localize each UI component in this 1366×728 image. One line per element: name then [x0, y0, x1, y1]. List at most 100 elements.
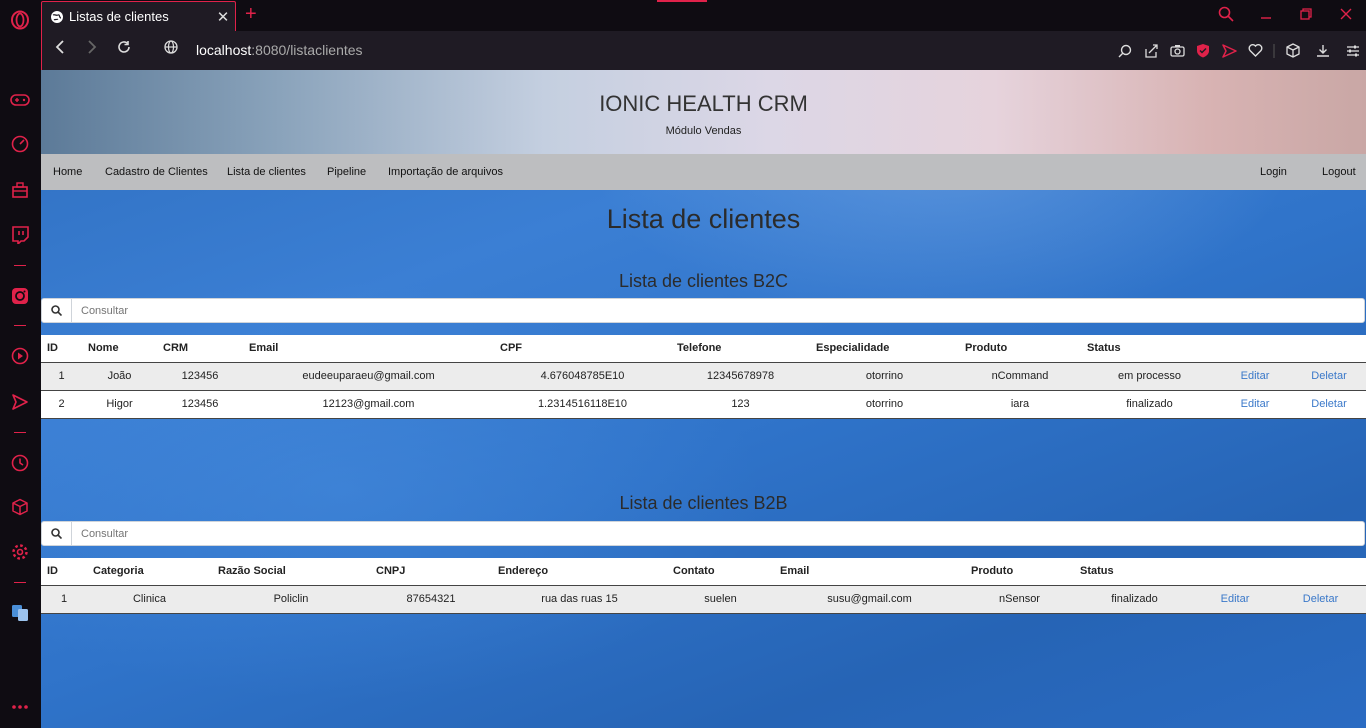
b2c-section-title: Lista de clientes B2C: [618, 271, 789, 291]
nav-lista-clientes[interactable]: Lista de clientes: [227, 166, 306, 178]
tab-title: Listas de clientes: [69, 9, 169, 24]
delete-link[interactable]: Deletar: [1292, 390, 1366, 419]
nav-cadastro-clientes[interactable]: Cadastro de Clientes: [105, 166, 208, 178]
edit-link[interactable]: Editar: [1195, 585, 1275, 614]
cell-produto: nCommand: [959, 362, 1081, 391]
back-icon[interactable]: [50, 40, 70, 60]
send-icon[interactable]: [9, 391, 31, 413]
edit-link[interactable]: Editar: [1218, 390, 1292, 419]
column-header: CNPJ: [370, 558, 492, 586]
b2b-search-bar: [41, 521, 1365, 546]
player-icon[interactable]: [9, 345, 31, 367]
easy-setup-sliders-icon[interactable]: [1340, 41, 1366, 61]
cell-status: em processo: [1081, 362, 1218, 391]
cell-especialidade: otorrino: [810, 390, 959, 419]
b2c-table: ID Nome CRM Email CPF Telefone Especiali…: [41, 335, 1366, 419]
search-icon[interactable]: [42, 522, 72, 545]
adblock-shield-icon[interactable]: [1190, 41, 1216, 61]
url-host: localhost: [196, 42, 252, 58]
cell-id: 1: [41, 585, 87, 614]
nav-login[interactable]: Login: [1260, 166, 1287, 178]
table-row: 2 Higor 123456 12123@gmail.com 1.2314516…: [41, 390, 1366, 419]
delete-link[interactable]: Deletar: [1292, 362, 1366, 391]
tab-close-icon[interactable]: ✕: [211, 8, 235, 26]
sidebar-divider: [14, 582, 26, 583]
site-info-globe-icon[interactable]: [161, 40, 181, 60]
app-title: IONIC HEALTH CRM: [599, 91, 808, 116]
history-icon[interactable]: [9, 452, 31, 474]
b2b-table: ID Categoria Razão Social CNPJ Endereço …: [41, 558, 1366, 614]
column-header: ID: [41, 558, 87, 586]
heart-icon[interactable]: [1242, 41, 1268, 61]
extensions-cube-icon[interactable]: [1280, 41, 1306, 61]
nav-importacao-arquivos[interactable]: Importação de arquivos: [388, 166, 503, 178]
nav-home[interactable]: Home: [53, 166, 82, 178]
share-icon[interactable]: [1138, 41, 1164, 61]
cell-email: 12123@gmail.com: [243, 390, 494, 419]
column-header-empty: [1292, 335, 1366, 363]
sidebar-divider: [14, 265, 26, 266]
cell-endereco: rua das ruas 15: [492, 585, 667, 614]
instagram-icon[interactable]: [9, 285, 31, 307]
b2c-search-bar: [41, 298, 1365, 323]
tab-bar: Listas de clientes ✕ +: [41, 0, 1366, 31]
opera-logo-icon[interactable]: [9, 9, 31, 31]
address-bar: localhost:8080/listaclientes: [41, 31, 1366, 70]
b2b-section-title: Lista de clientes B2B: [619, 493, 788, 513]
nav-logout[interactable]: Logout: [1322, 166, 1356, 178]
cell-id: 2: [41, 390, 82, 419]
more-dots-icon[interactable]: [9, 696, 31, 718]
close-window-icon[interactable]: [1326, 7, 1366, 24]
url-field[interactable]: localhost:8080/listaclientes: [196, 42, 363, 58]
column-header: Status: [1081, 335, 1218, 363]
cell-especialidade: otorrino: [810, 362, 959, 391]
cell-cnpj: 87654321: [370, 585, 492, 614]
column-header: Telefone: [671, 335, 810, 363]
settings-gear-icon[interactable]: [9, 541, 31, 563]
hero-banner: IONIC HEALTH CRM Módulo Vendas: [41, 70, 1366, 154]
b2b-search-input[interactable]: [72, 527, 1364, 540]
search-icon[interactable]: [42, 299, 72, 322]
speedometer-icon[interactable]: [9, 133, 31, 155]
cell-produto: iara: [959, 390, 1081, 419]
edit-link[interactable]: Editar: [1218, 362, 1292, 391]
flow-send-icon[interactable]: [1216, 41, 1242, 61]
top-navigation: Home Cadastro de Clientes Lista de clien…: [41, 154, 1366, 190]
forward-icon[interactable]: [82, 40, 102, 60]
b2c-search-input[interactable]: [72, 304, 1364, 317]
cell-produto: nSensor: [965, 585, 1074, 614]
download-icon[interactable]: [1306, 41, 1340, 61]
cell-cpf: 4.676048785E10: [494, 362, 671, 391]
zoom-search-icon[interactable]: [1112, 41, 1138, 61]
url-path: :8080/listaclientes: [251, 42, 363, 58]
cell-nome: João: [82, 362, 157, 391]
column-header: Razão Social: [212, 558, 370, 586]
delete-link[interactable]: Deletar: [1275, 585, 1366, 614]
tab-search-icon[interactable]: [1206, 6, 1246, 26]
cell-status: finalizado: [1081, 390, 1218, 419]
column-header: Contato: [667, 558, 774, 586]
cell-crm: 123456: [157, 390, 243, 419]
column-header: Email: [774, 558, 965, 586]
active-tab[interactable]: Listas de clientes ✕: [41, 1, 236, 31]
column-header: Email: [243, 335, 494, 363]
gamepad-icon[interactable]: [9, 89, 31, 111]
cell-telefone: 12345678978: [671, 362, 810, 391]
column-header: Produto: [959, 335, 1081, 363]
column-header: Categoria: [87, 558, 212, 586]
cell-crm: 123456: [157, 362, 243, 391]
minimize-icon[interactable]: [1246, 7, 1286, 24]
column-header: Produto: [965, 558, 1074, 586]
site-globe-icon: [51, 10, 63, 23]
new-tab-plus-icon[interactable]: +: [245, 4, 257, 24]
twitch-icon[interactable]: [9, 224, 31, 246]
cell-telefone: 123: [671, 390, 810, 419]
briefcase-icon[interactable]: [9, 179, 31, 201]
camera-icon[interactable]: [1164, 41, 1190, 61]
cell-status: finalizado: [1074, 585, 1195, 614]
restore-icon[interactable]: [1286, 7, 1326, 24]
cube-icon[interactable]: [9, 496, 31, 518]
reload-icon[interactable]: [114, 40, 134, 60]
nav-pipeline[interactable]: Pipeline: [327, 166, 366, 178]
translate-icon[interactable]: [9, 602, 31, 624]
